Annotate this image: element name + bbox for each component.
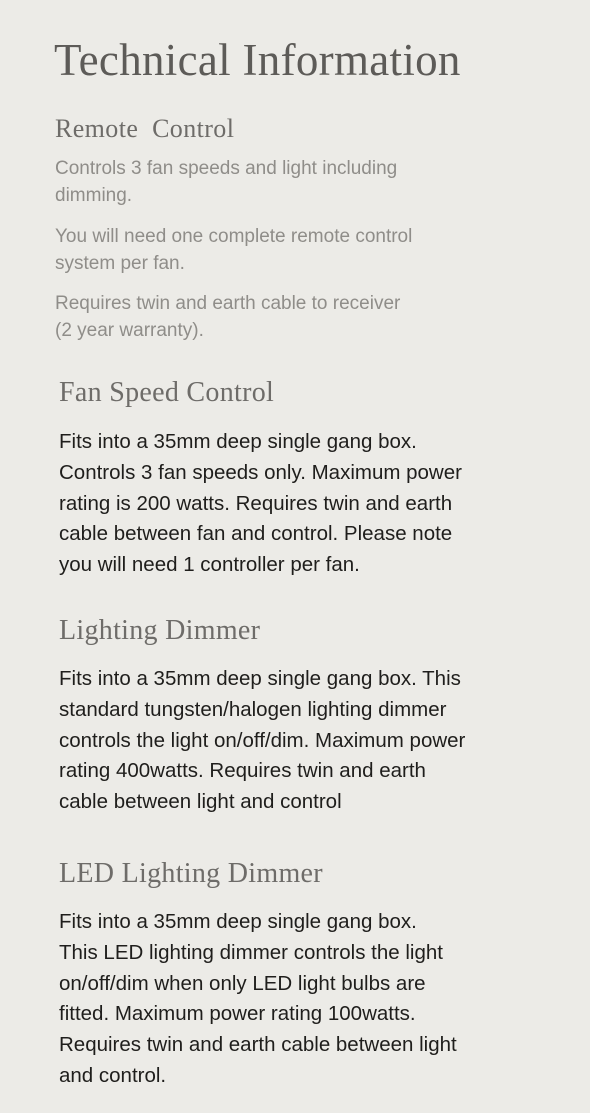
text-line: cable between fan and control. Please no… [59, 522, 453, 546]
text-line: you will need 1 controller per fan. [59, 553, 360, 577]
text-line: on/off/dim when only LED light bulbs are [59, 971, 426, 995]
remote-control-paragraph-1: Controls 3 fan speeds and light includin… [55, 155, 397, 209]
text-line: This LED lighting dimmer controls the li… [59, 940, 443, 964]
remote-control-heading: Remote Control [55, 114, 235, 143]
text-line: standard tungsten/halogen lighting dimme… [59, 697, 447, 721]
remote-control-paragraph-3: Requires twin and earth cable to receive… [55, 290, 400, 344]
text-line: Controls 3 fan speeds and light includin… [55, 158, 398, 179]
fan-speed-control-heading: Fan Speed Control [59, 377, 275, 408]
led-lighting-dimmer-heading: LED Lighting Dimmer [59, 858, 323, 889]
text-line: You will need one complete remote contro… [55, 226, 413, 247]
text-line: system per fan. [55, 253, 185, 274]
lighting-dimmer-paragraph: Fits into a 35mm deep single gang box. T… [59, 664, 465, 818]
text-line: Requires twin and earth cable to receive… [55, 293, 401, 314]
text-line: dimming. [55, 185, 133, 206]
text-line: fitted. Maximum power rating 100watts. [59, 1002, 416, 1026]
text-line: Fits into a 35mm deep single gang box. [59, 430, 417, 453]
page-title: Technical Information [54, 35, 461, 85]
technical-information-panel: Technical Information Remote Control Con… [0, 0, 590, 1113]
lighting-dimmer-heading: Lighting Dimmer [59, 615, 261, 646]
text-line: cable between light and control [59, 790, 342, 814]
text-line: rating is 200 watts. Requires twin and e… [59, 491, 453, 515]
text-line: rating 400watts. Requires twin and earth [59, 759, 426, 783]
text-line: Fits into a 35mm deep single gang box. T… [59, 667, 461, 690]
text-line: and control. [59, 1063, 167, 1087]
text-line: (2 year warranty). [55, 320, 204, 341]
remote-control-paragraph-2: You will need one complete remote contro… [55, 223, 412, 277]
fan-speed-control-paragraph: Fits into a 35mm deep single gang box. C… [59, 427, 462, 581]
text-line: Fits into a 35mm deep single gang box. [59, 910, 417, 933]
text-line: Requires twin and earth cable between li… [59, 1033, 457, 1057]
text-line: controls the light on/off/dim. Maximum p… [59, 728, 466, 752]
led-lighting-dimmer-paragraph: Fits into a 35mm deep single gang box. T… [59, 907, 457, 1092]
text-line: Controls 3 fan speeds only. Maximum powe… [59, 460, 462, 484]
